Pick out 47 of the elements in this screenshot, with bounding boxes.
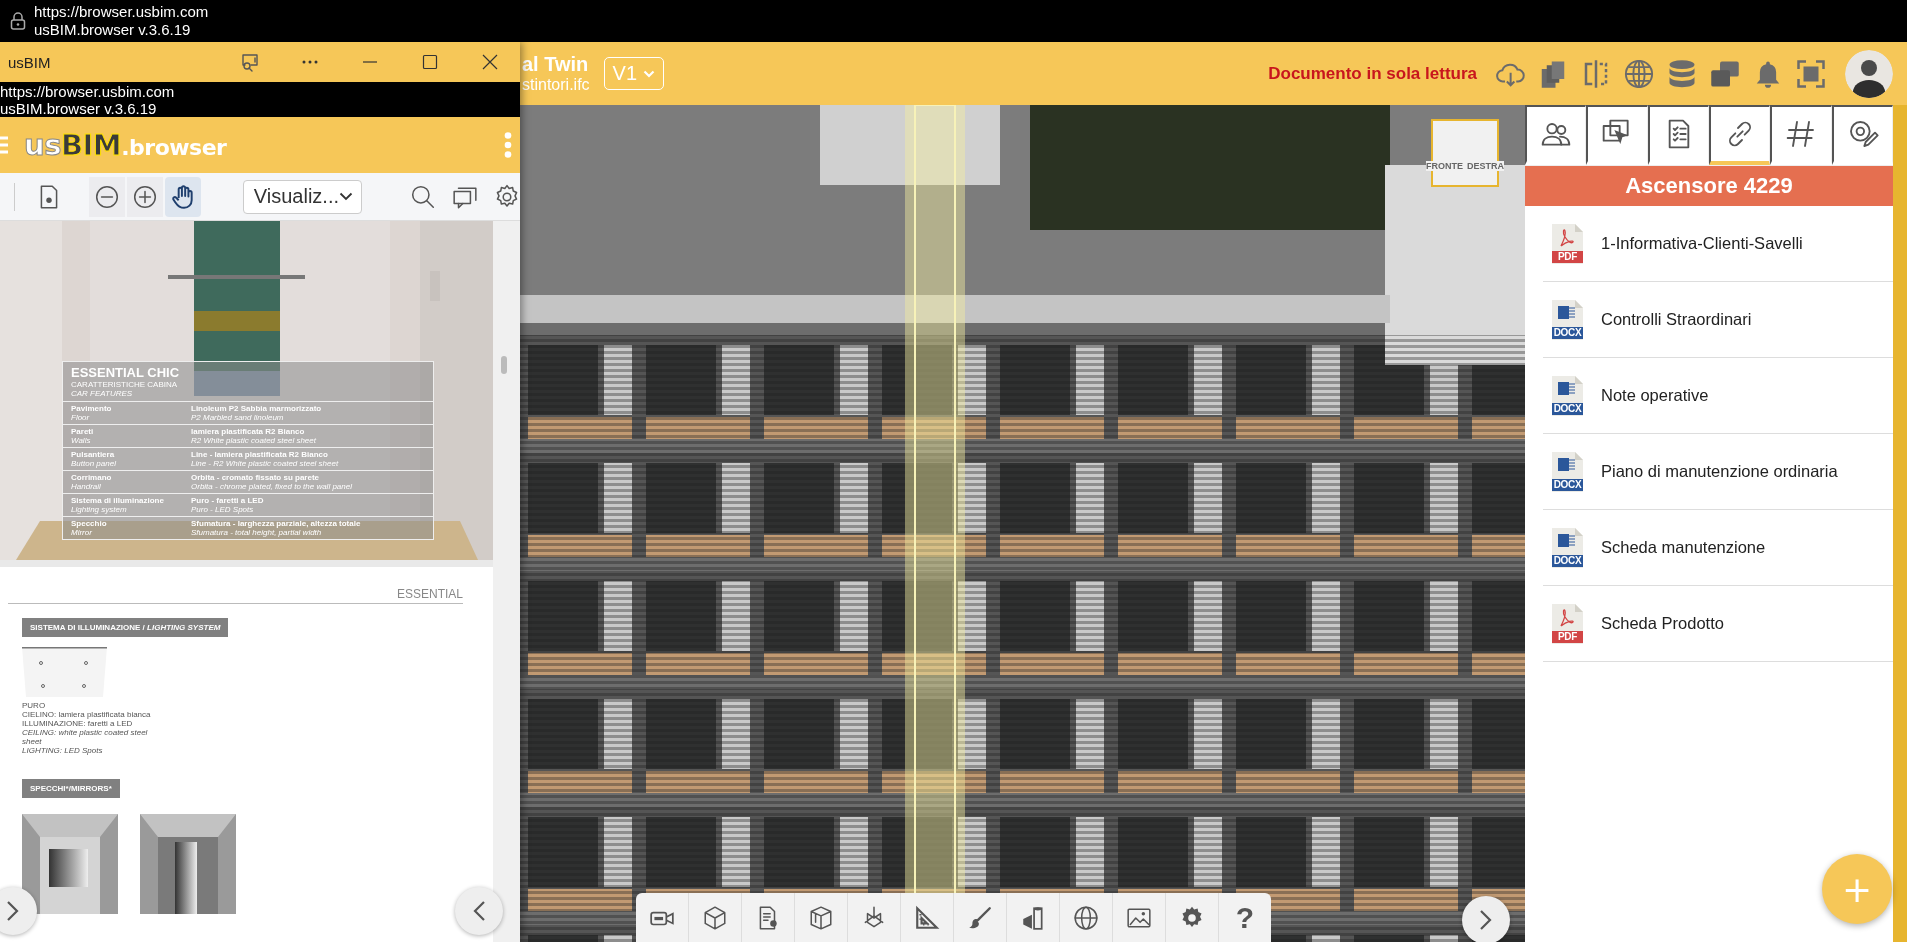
word-file-icon [1552, 299, 1583, 340]
file-type-label: PDF [1556, 250, 1579, 263]
close-icon[interactable] [480, 52, 500, 72]
document-item[interactable]: DOCX Note operative [1543, 358, 1893, 434]
panel-tab[interactable] [1586, 105, 1648, 165]
panel-tab[interactable] [1770, 105, 1832, 165]
file-type-label: DOCX [1552, 554, 1583, 567]
url-text: https://browser.usbim.com [34, 3, 209, 21]
app-title: usBIM.browser v.3.6.19 [34, 21, 192, 39]
pdf-file-icon [1552, 603, 1583, 644]
document-item[interactable]: PDF 1-Informativa-Clienti-Savelli [1543, 206, 1893, 282]
file-type-label: DOCX [1552, 326, 1583, 339]
window-title: usBIM [8, 53, 52, 71]
maximize-icon[interactable] [420, 52, 440, 72]
word-file-icon [1552, 451, 1583, 492]
globe-icon[interactable] [1624, 58, 1654, 89]
element-title: Ascensore 4229 [1525, 166, 1893, 206]
fullscreen-icon[interactable] [1796, 58, 1826, 89]
reader-icon[interactable] [240, 52, 260, 72]
panel-tab[interactable] [1709, 105, 1771, 165]
file-name: stintori.ifc [522, 74, 590, 95]
document-name: Controlli Straordinari [1601, 310, 1752, 329]
panel-tab[interactable] [1647, 105, 1709, 165]
document-name: 1-Informativa-Clienti-Savelli [1601, 234, 1803, 253]
document-item[interactable]: DOCX Piano di manutenzione ordinaria [1543, 434, 1893, 510]
read-only-notice: Documento in sola lettura [1268, 63, 1477, 84]
document-item[interactable]: PDF Scheda Prodotto [1543, 586, 1893, 662]
model-title: al Twin [522, 52, 590, 75]
word-file-icon [1552, 375, 1583, 416]
avatar[interactable] [1845, 49, 1893, 98]
lock-icon [10, 12, 26, 30]
document-name: Scheda manutenzione [1601, 538, 1766, 557]
document-name: Scheda Prodotto [1601, 614, 1724, 633]
word-file-icon [1552, 527, 1583, 568]
chevron-down-icon [643, 69, 656, 78]
document-name: Piano di manutenzione ordinaria [1601, 462, 1838, 481]
database-icon[interactable] [1667, 58, 1697, 89]
file-type-label: PDF [1556, 630, 1579, 643]
document-name: Note operative [1601, 386, 1709, 405]
panel-tab[interactable] [1831, 105, 1893, 165]
document-item[interactable]: DOCX Scheda manutenzione [1543, 510, 1893, 586]
document-item[interactable]: DOCX Controlli Straordinari [1543, 282, 1893, 358]
panel-tab[interactable] [1525, 105, 1587, 165]
url-text: https://browser.usbim.com [0, 82, 176, 100]
pdf-file-icon [1552, 223, 1583, 264]
file-type-label: DOCX [1552, 402, 1583, 415]
file-type-label: DOCX [1552, 478, 1583, 491]
